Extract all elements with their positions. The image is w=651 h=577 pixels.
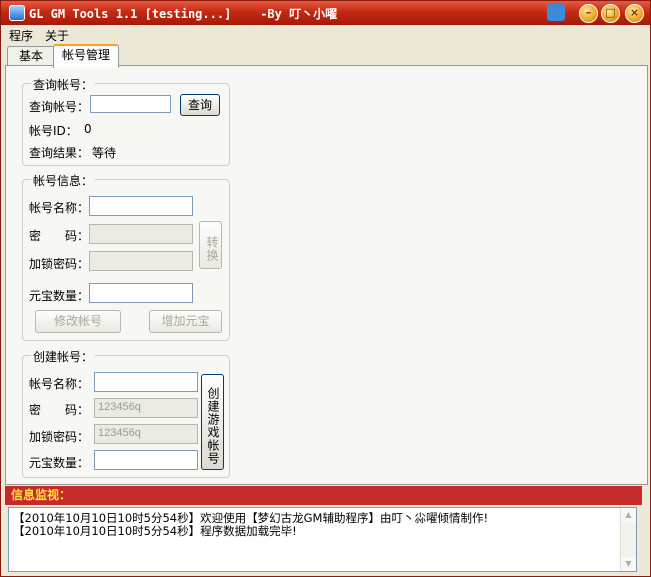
create-yuanbao-input[interactable] [94,450,198,470]
skin-shirt-icon[interactable] [547,4,565,21]
lock-password-input[interactable] [89,251,193,271]
create-yuanbao-label: 元宝数量： [29,456,90,470]
scroll-up-icon[interactable]: ▲ [621,508,636,522]
create-name-input[interactable] [94,372,198,392]
yuanbao-input[interactable] [89,283,193,303]
modify-account-button[interactable]: 修改帐号 [35,310,121,333]
close-button[interactable]: × [625,4,644,23]
password-label: 密 码： [29,229,90,243]
add-yuanbao-button[interactable]: 增加元宝 [149,310,222,333]
create-account-group: 创建帐号： 帐号名称： 密 码： 123456q 加锁密码： 123456q 元… [22,348,230,478]
create-password-input[interactable]: 123456q [94,398,198,418]
query-button[interactable]: 查询 [180,94,220,116]
query-result-value: 等待 [92,146,117,160]
convert-button[interactable]: 转换 [199,221,222,269]
group-title: 创建帐号： [31,348,96,365]
group-title: 查询帐号： [31,76,96,93]
window-title: GL GM Tools 1.1 [testing...] -By 叮丶小嚁 [29,7,338,21]
query-result-label: 查询结果： [29,146,90,160]
menu-about[interactable]: 关于 [43,27,71,44]
tab-account-management[interactable]: 帐号管理 [53,44,119,68]
maximize-button[interactable]: □ [601,4,620,23]
create-game-account-button[interactable]: 创建游戏帐号 [201,374,224,470]
minimize-button[interactable]: – [579,4,598,23]
query-account-group: 查询帐号： 查询帐号： 查询 帐号ID： 0 查询结果： 等待 [22,76,230,166]
create-password-label: 密 码： [29,403,90,417]
query-account-label: 查询帐号： [29,100,90,114]
menu-program[interactable]: 程序 [7,27,35,44]
password-input[interactable] [89,224,193,244]
query-account-input[interactable] [90,95,171,113]
account-info-group: 帐号信息： 帐号名称： 密 码： 加锁密码： 转换 元宝数量： 修改帐号 增加元… [22,172,230,341]
info-monitor-log[interactable]: 【2010年10月10日10时5分54秒】欢迎使用【梦幻古龙GM辅助程序】由叮丶… [8,507,637,572]
account-management-panel: 查询帐号： 查询帐号： 查询 帐号ID： 0 查询结果： 等待 帐号信息： 帐号… [5,65,648,485]
tab-basic[interactable]: 基本 [7,46,55,66]
create-lock-password-input[interactable]: 123456q [94,424,198,444]
account-id-value: 0 [84,122,92,136]
scroll-down-icon[interactable]: ▼ [621,557,636,571]
menu-bar: 程序 关于 [1,25,650,44]
info-monitor-header: 信息监视： [5,486,642,505]
app-icon [9,5,25,21]
account-name-input[interactable] [89,196,193,216]
account-name-label: 帐号名称： [29,201,90,215]
yuanbao-label: 元宝数量： [29,289,90,303]
log-line: 【2010年10月10日10时5分54秒】程序数据加载完毕! [13,524,297,538]
lock-password-label: 加锁密码： [29,257,90,271]
log-scrollbar[interactable]: ▲ ▼ [620,508,636,571]
group-title: 帐号信息： [31,172,96,189]
create-name-label: 帐号名称： [29,377,90,391]
create-lock-password-label: 加锁密码： [29,430,90,444]
title-bar[interactable]: GL GM Tools 1.1 [testing...] -By 叮丶小嚁 – … [1,1,650,25]
account-id-label: 帐号ID： [29,124,78,138]
app-window: GL GM Tools 1.1 [testing...] -By 叮丶小嚁 – … [0,0,651,577]
